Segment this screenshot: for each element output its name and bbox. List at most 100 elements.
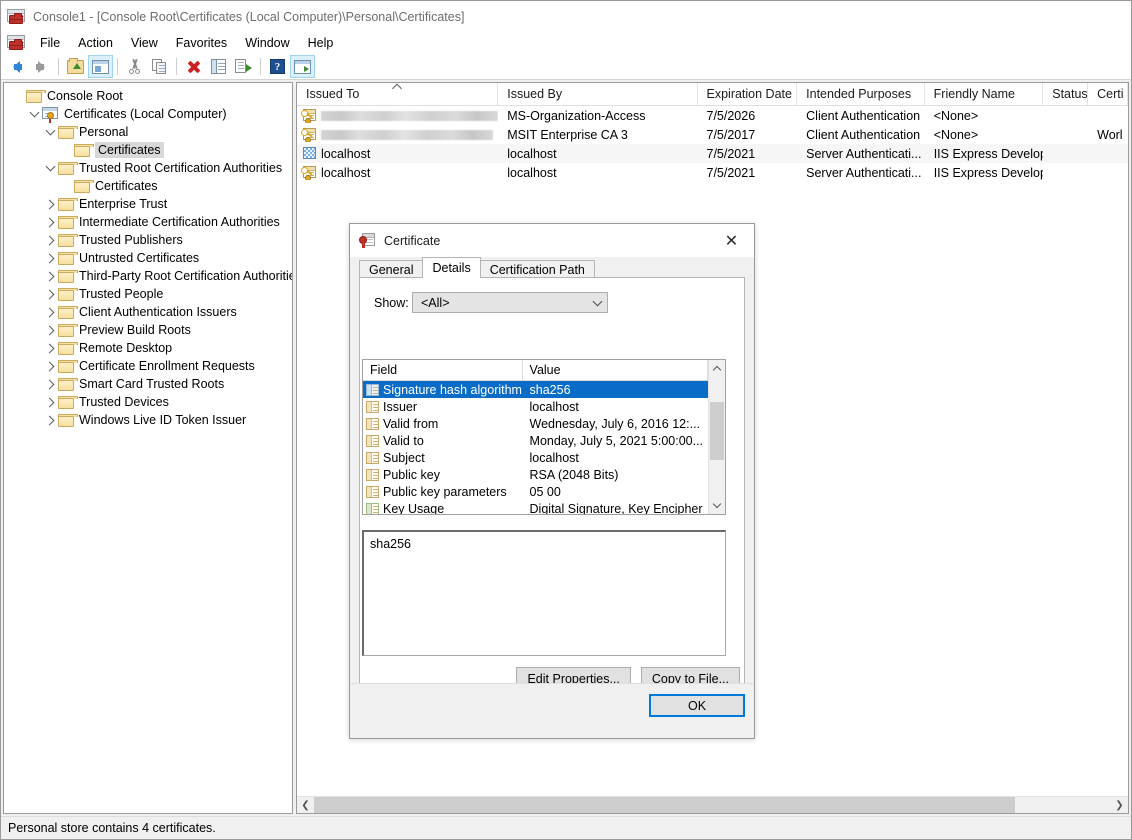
field-row[interactable]: Signature hash algorithm sha256: [363, 381, 708, 398]
field-name: Issuer: [383, 399, 418, 414]
menu-action[interactable]: Action: [69, 34, 122, 52]
properties-button[interactable]: [206, 55, 231, 78]
table-row[interactable]: MSIT Enterprise CA 3 7/5/2017 Client Authe…: [297, 125, 1128, 144]
column-header-certi[interactable]: Certi: [1088, 83, 1128, 105]
field-row[interactable]: Issuer localhost: [363, 398, 708, 415]
toolbar-separator: [117, 58, 118, 75]
ok-button[interactable]: OK: [649, 694, 745, 717]
column-header-issued-by[interactable]: Issued By: [498, 83, 698, 105]
chevron-right-icon[interactable]: [42, 340, 58, 356]
menu-view[interactable]: View: [122, 34, 167, 52]
chevron-right-icon[interactable]: [42, 358, 58, 374]
forward-button[interactable]: [29, 55, 54, 78]
scroll-down-button[interactable]: [709, 497, 725, 514]
back-button[interactable]: [4, 55, 29, 78]
chevron-right-icon[interactable]: [42, 286, 58, 302]
tree-node[interactable]: Certificates: [4, 177, 292, 195]
scroll-up-button[interactable]: [709, 360, 725, 377]
tree-node[interactable]: Trusted Root Certification Authorities: [4, 159, 292, 177]
field-row[interactable]: Valid to Monday, July 5, 2021 5:00:00...: [363, 432, 708, 449]
chevron-right-icon[interactable]: [42, 376, 58, 392]
chevron-right-icon[interactable]: [42, 394, 58, 410]
tree-node[interactable]: Remote Desktop: [4, 339, 292, 357]
show-dropdown[interactable]: <All>: [412, 292, 608, 313]
menu-help[interactable]: Help: [299, 34, 343, 52]
cell-text: Worl: [1097, 127, 1123, 142]
chevron-right-icon[interactable]: [42, 322, 58, 338]
scroll-thumb[interactable]: [710, 402, 724, 460]
show-hide-console-tree-button[interactable]: [88, 55, 113, 78]
column-header-status[interactable]: Status: [1043, 83, 1089, 105]
menu-window[interactable]: Window: [236, 34, 298, 52]
field-row[interactable]: Subject localhost: [363, 449, 708, 466]
chevron-right-icon[interactable]: [42, 304, 58, 320]
cell-text: localhost: [321, 165, 371, 180]
column-header-expiration-date[interactable]: Expiration Date: [698, 83, 798, 105]
column-header-value[interactable]: Value: [523, 360, 708, 380]
list-horizontal-scrollbar[interactable]: ❮ ❯: [297, 796, 1128, 813]
tree-node[interactable]: Intermediate Certification Authorities: [4, 213, 292, 231]
tree-node[interactable]: Windows Live ID Token Issuer: [4, 411, 292, 429]
field-value-textbox[interactable]: sha256: [362, 530, 726, 656]
show-action-pane-button[interactable]: [290, 55, 315, 78]
chevron-right-icon[interactable]: [42, 268, 58, 284]
chevron-down-icon[interactable]: [42, 160, 58, 176]
field-row[interactable]: Public key RSA (2048 Bits): [363, 466, 708, 483]
menu-file[interactable]: File: [31, 34, 69, 52]
tree-node[interactable]: Trusted People: [4, 285, 292, 303]
tree-node[interactable]: Trusted Publishers: [4, 231, 292, 249]
column-header-friendly-name[interactable]: Friendly Name: [925, 83, 1044, 105]
cut-button[interactable]: [122, 55, 147, 78]
folder-icon: [58, 233, 78, 247]
tree-node[interactable]: Preview Build Roots: [4, 321, 292, 339]
fields-list-main: Field Value Signature hash algorithm sha2…: [363, 360, 708, 514]
tree-node[interactable]: Console Root: [4, 87, 292, 105]
table-row[interactable]: MS-Organization-Access 7/5/2026 Client Aut…: [297, 106, 1128, 125]
tree-node[interactable]: Client Authentication Issuers: [4, 303, 292, 321]
field-row[interactable]: Public key parameters 05 00: [363, 483, 708, 500]
copy-button[interactable]: [147, 55, 172, 78]
cell-expiration-date: 7/5/2021: [698, 166, 798, 180]
column-header-issued-to[interactable]: Issued To: [297, 83, 499, 105]
tree-node[interactable]: Untrusted Certificates: [4, 249, 292, 267]
scroll-right-button[interactable]: ❯: [1111, 797, 1128, 814]
column-header-label: Expiration Date: [706, 87, 792, 101]
scroll-left-button[interactable]: ❮: [297, 797, 314, 814]
tree-node[interactable]: Trusted Devices: [4, 393, 292, 411]
field-icon: [366, 383, 379, 396]
column-header-intended-purposes[interactable]: Intended Purposes: [797, 83, 925, 105]
tab-details[interactable]: Details: [422, 257, 481, 278]
scroll-thumb[interactable]: [314, 796, 1016, 813]
chevron-right-icon[interactable]: [42, 250, 58, 266]
tree-node[interactable]: Certificate Enrollment Requests: [4, 357, 292, 375]
delete-button[interactable]: [181, 55, 206, 78]
chevron-right-icon[interactable]: [42, 196, 58, 212]
export-list-button[interactable]: [231, 55, 256, 78]
chevron-down-icon[interactable]: [42, 124, 58, 140]
table-row[interactable]: localhost localhost 7/5/2021 Server Authent…: [297, 163, 1128, 182]
field-name: Subject: [383, 450, 425, 465]
chevron-right-icon[interactable]: [42, 214, 58, 230]
column-header-field[interactable]: Field: [363, 360, 523, 380]
fields-list-scrollbar[interactable]: [708, 360, 725, 514]
status-bar: Personal store contains 4 certificates.: [1, 816, 1131, 839]
chevron-right-icon[interactable]: [42, 412, 58, 428]
tree-node[interactable]: Third-Party Root Certification Authoriti…: [4, 267, 292, 285]
mmc-system-menu-icon[interactable]: [7, 34, 25, 52]
close-icon[interactable]: ✕: [709, 224, 754, 257]
field-row[interactable]: Key Usage Digital Signature, Key Encipher: [363, 500, 708, 514]
help-button[interactable]: ?: [265, 55, 290, 78]
up-one-level-button[interactable]: [63, 55, 88, 78]
tree-node[interactable]: Certificates: [4, 141, 292, 159]
scroll-track[interactable]: [314, 796, 1111, 813]
table-row[interactable]: localhost localhost 7/5/2021 Server Authent…: [297, 144, 1128, 163]
tree-node[interactable]: Smart Card Trusted Roots: [4, 375, 292, 393]
field-icon: [366, 434, 379, 447]
tree-node[interactable]: Certificates (Local Computer): [4, 105, 292, 123]
tree-node[interactable]: Enterprise Trust: [4, 195, 292, 213]
chevron-right-icon[interactable]: [42, 232, 58, 248]
chevron-down-icon[interactable]: [26, 106, 42, 122]
tree-node[interactable]: Personal: [4, 123, 292, 141]
field-row[interactable]: Valid from Wednesday, July 6, 2016 12:...: [363, 415, 708, 432]
menu-favorites[interactable]: Favorites: [167, 34, 236, 52]
